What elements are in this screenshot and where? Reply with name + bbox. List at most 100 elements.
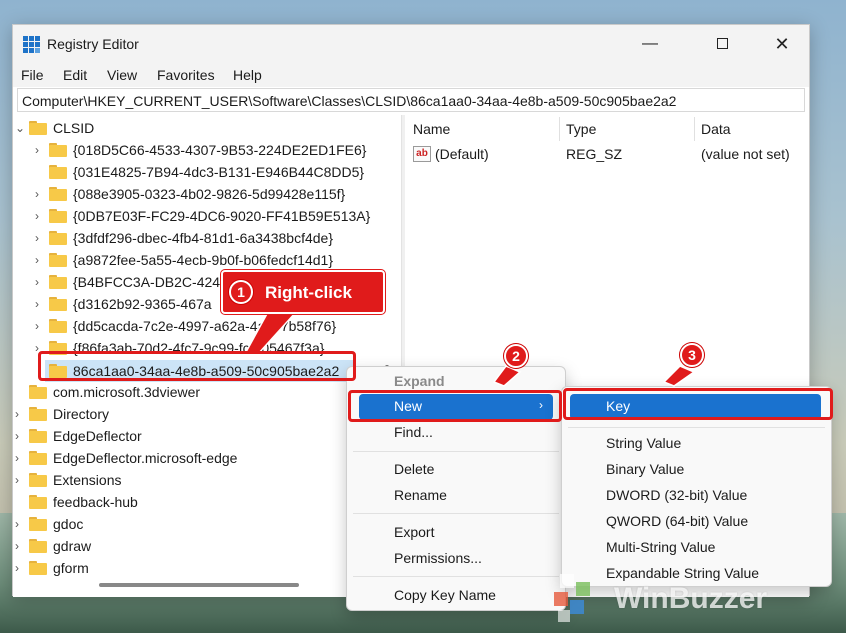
menu-help[interactable]: Help [233, 67, 262, 83]
tree-item[interactable]: › gdraw [13, 535, 401, 557]
tree-item[interactable]: › Extensions [13, 469, 401, 491]
tree-item-label: CLSID [53, 120, 95, 136]
chevron-down-icon[interactable]: ⌄ [15, 121, 25, 135]
tree-item[interactable]: › {088e3905-0323-4b02-9826-5d99428e115f} [13, 183, 401, 205]
tree-item[interactable]: › EdgeDeflector.microsoft-edge [13, 447, 401, 469]
tree-item[interactable]: com.microsoft.3dviewer [13, 381, 401, 403]
chevron-right-icon[interactable]: › [15, 561, 25, 575]
menu-item-find[interactable]: Find... [347, 420, 565, 446]
tree-item[interactable]: › {018D5C66-4533-4307-9B53-224DE2ED1FE6} [13, 139, 401, 161]
value-data: (value not set) [701, 146, 790, 162]
submenu-item-string-value[interactable]: String Value [562, 431, 831, 457]
menu-item-label: Binary Value [606, 461, 685, 477]
menu-item-export[interactable]: Export [347, 520, 565, 546]
step-badge-3: 3 [680, 343, 704, 367]
folder-icon [29, 121, 47, 135]
folder-icon [49, 297, 67, 311]
tree-item[interactable]: › {3dfdf296-dbec-4fb4-81d1-6a3438bcf4de} [13, 227, 401, 249]
menu-item-label: Multi-String Value [606, 539, 716, 555]
menu-item-copy-key-name[interactable]: Copy Key Name [347, 583, 565, 609]
folder-icon [29, 407, 47, 421]
folder-icon [29, 561, 47, 575]
folder-icon [29, 495, 47, 509]
tree-item-label: com.microsoft.3dviewer [53, 384, 201, 400]
tree-item-label: {B4BFCC3A-DB2C-424 [73, 274, 221, 290]
tree-item[interactable]: › Directory [13, 403, 401, 425]
registry-editor-icon [23, 36, 41, 54]
menu-view[interactable]: View [107, 67, 137, 83]
chevron-right-icon[interactable]: › [15, 539, 25, 553]
column-header-name[interactable]: Name [413, 121, 450, 137]
tree-item-label: gform [53, 560, 89, 576]
tree-item-label: Directory [53, 406, 110, 422]
maximize-button[interactable] [699, 25, 745, 63]
callout-label: Right-click [265, 283, 352, 302]
chevron-right-icon[interactable]: › [15, 407, 25, 421]
chevron-right-icon[interactable]: › [35, 253, 45, 267]
menu-item-rename[interactable]: Rename [347, 483, 565, 509]
tree-item[interactable]: › gform [13, 557, 401, 579]
menu-item-label: String Value [606, 435, 682, 451]
tree-item[interactable]: › {a9872fee-5a55-4ecb-9b0f-b06fedcf14d1} [13, 249, 401, 271]
chevron-right-icon[interactable]: › [35, 231, 45, 245]
menu-item-permissions[interactable]: Permissions... [347, 546, 565, 572]
chevron-right-icon[interactable]: › [35, 209, 45, 223]
chevron-right-icon[interactable]: › [35, 143, 45, 157]
chevron-right-icon[interactable]: › [15, 451, 25, 465]
menu-item-label: Find... [394, 424, 433, 440]
column-header-data[interactable]: Data [701, 121, 731, 137]
submenu-item-qword-value[interactable]: QWORD (64-bit) Value [562, 509, 831, 535]
chevron-right-icon[interactable]: › [15, 473, 25, 487]
tree-item[interactable]: › {dd5cacda-7c2e-4997-a62a-4a597b58f76} [13, 315, 401, 337]
tree-item[interactable]: feedback-hub [13, 491, 401, 513]
chevron-right-icon[interactable]: › [35, 319, 45, 333]
tree-item[interactable]: › {0DB7E03F-FC29-4DC6-9020-FF41B59E513A} [13, 205, 401, 227]
menu-separator [353, 513, 559, 514]
value-name[interactable]: (Default) [435, 146, 489, 162]
chevron-right-icon[interactable]: › [35, 297, 45, 311]
submenu-item-binary-value[interactable]: Binary Value [562, 457, 831, 483]
string-value-icon: ab [413, 146, 431, 162]
column-divider[interactable] [694, 117, 695, 141]
tree-item-clsid[interactable]: ⌄ CLSID [13, 117, 401, 139]
folder-icon [29, 517, 47, 531]
watermark-text: WinBuzzer [614, 582, 768, 615]
folder-icon [49, 319, 67, 333]
menu-favorites[interactable]: Favorites [157, 67, 215, 83]
chevron-right-icon[interactable]: › [35, 187, 45, 201]
menu-item-delete[interactable]: Delete [347, 457, 565, 483]
tree-item-label: feedback-hub [53, 494, 138, 510]
minimize-button[interactable]: — [627, 25, 673, 63]
folder-icon [49, 253, 67, 267]
column-divider[interactable] [559, 117, 560, 141]
address-bar[interactable]: Computer\HKEY_CURRENT_USER\Software\Clas… [17, 88, 805, 112]
menu-bar: File Edit View Favorites Help [13, 63, 809, 87]
tree-horizontal-scrollbar[interactable] [99, 583, 299, 587]
menu-edit[interactable]: Edit [63, 67, 87, 83]
menu-file[interactable]: File [21, 67, 44, 83]
tree-item-label: {088e3905-0323-4b02-9826-5d99428e115f} [73, 186, 346, 202]
tree-item-label: {018D5C66-4533-4307-9B53-224DE2ED1FE6} [73, 142, 367, 158]
folder-icon [49, 231, 67, 245]
submenu-item-dword-value[interactable]: DWORD (32-bit) Value [562, 483, 831, 509]
menu-item-label: DWORD (32-bit) Value [606, 487, 748, 503]
tree-item-label: Extensions [53, 472, 122, 488]
tree-item[interactable]: › EdgeDeflector [13, 425, 401, 447]
tree-item[interactable]: › gdoc [13, 513, 401, 535]
menu-separator [353, 576, 559, 577]
chevron-right-icon[interactable]: › [15, 517, 25, 531]
submenu-item-multi-string-value[interactable]: Multi-String Value [562, 535, 831, 561]
tree-item[interactable]: {031E4825-7B94-4dc3-B131-E946B44C8DD5} [13, 161, 401, 183]
menu-item-label: Delete [394, 461, 435, 477]
title-bar[interactable]: Registry Editor — ✕ [13, 25, 809, 63]
watermark: WinBuzzer [546, 570, 846, 630]
chevron-right-icon[interactable]: › [35, 275, 45, 289]
folder-icon [29, 473, 47, 487]
chevron-right-icon[interactable]: › [15, 429, 25, 443]
close-button[interactable]: ✕ [759, 25, 805, 63]
folder-icon [29, 539, 47, 553]
menu-item-label: Copy Key Name [394, 587, 496, 603]
right-click-callout: 1 Right-click [221, 270, 385, 314]
column-header-type[interactable]: Type [566, 121, 596, 137]
folder-icon [29, 429, 47, 443]
